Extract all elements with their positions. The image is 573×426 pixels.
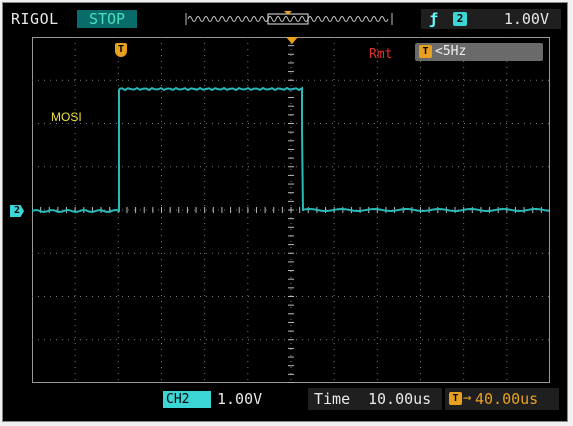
trigger-level: 1.00V — [503, 10, 549, 28]
channel-2-scale: 1.00V — [217, 390, 263, 408]
trigger-channel-badge: 2 — [453, 12, 467, 26]
oscilloscope-screen: RIGOL STOP ƒ 2 1.00V T 2 MOSI Rmt T <5Hz… — [2, 2, 568, 424]
graticule — [32, 37, 550, 383]
time-value: 10.00us — [368, 390, 432, 408]
coupling-dc-icon: ══ — [166, 409, 182, 424]
bottom-status-bar: CH2 ══ 1.00V Time 10.00us T → 40.00us — [3, 387, 567, 424]
channel-2-marker[interactable]: 2 — [10, 205, 24, 217]
trigger-marker-icon[interactable]: T — [115, 43, 127, 57]
trigger-position-arrow — [286, 37, 298, 44]
memory-position-strip — [185, 11, 393, 25]
waveform-grid — [32, 37, 550, 383]
trigger-icon: T — [419, 45, 432, 58]
frequency-value: <5Hz — [435, 44, 467, 59]
trigger-delay-readout[interactable]: T → 40.00us — [445, 388, 559, 410]
remote-indicator: Rmt — [369, 47, 393, 62]
rising-edge-icon: ƒ — [429, 10, 439, 28]
signal-label-mosi: MOSI — [51, 110, 82, 124]
channel-2-tag-label: CH2 — [166, 392, 190, 407]
timebase-readout[interactable]: Time 10.00us — [308, 388, 442, 410]
trigger-delay-value: 40.00us — [475, 390, 539, 408]
time-label: Time — [314, 390, 351, 408]
channel-2-tag[interactable]: CH2 ══ — [163, 391, 211, 424]
arrow-right-icon: → — [463, 390, 472, 406]
brand-label: RIGOL — [11, 10, 59, 28]
frequency-readout: T <5Hz — [415, 43, 543, 61]
trigger-delay-icon: T — [449, 392, 462, 405]
trigger-status-panel[interactable]: ƒ 2 1.00V — [421, 9, 561, 29]
run-stop-badge[interactable]: STOP — [77, 10, 137, 28]
top-status-bar: RIGOL STOP ƒ 2 1.00V — [3, 3, 567, 33]
